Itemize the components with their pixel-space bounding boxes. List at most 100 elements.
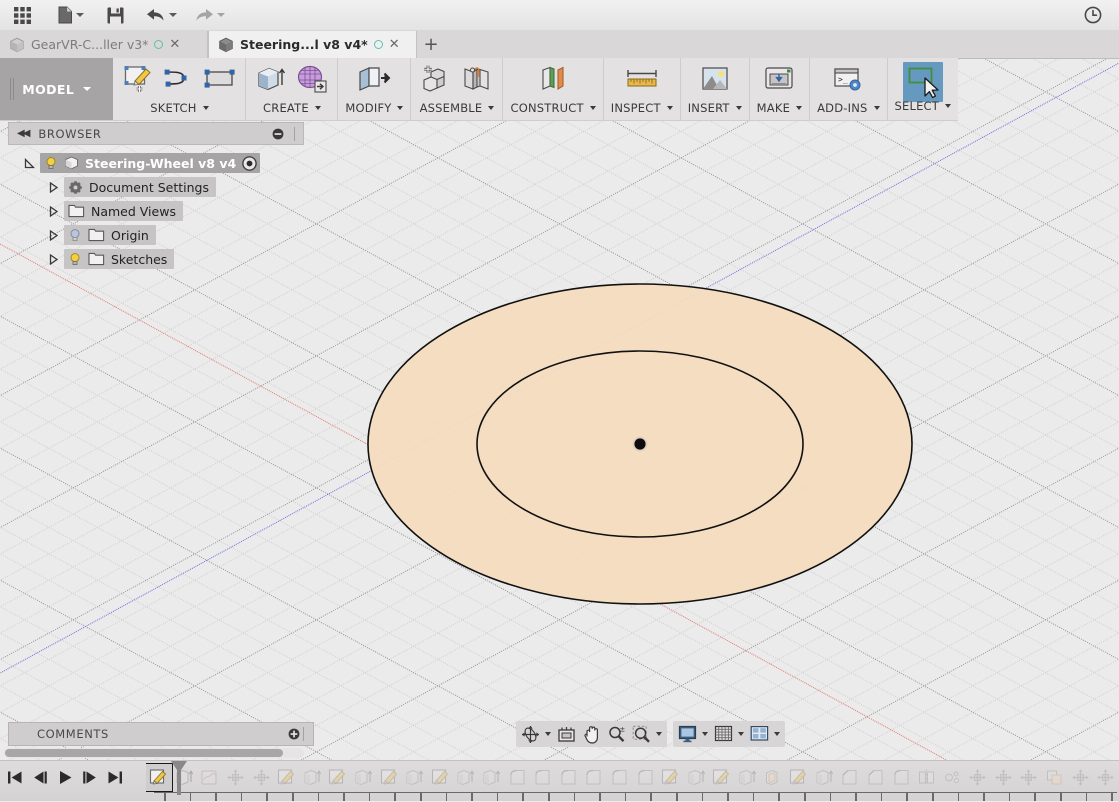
- timeline-feature-move-icon[interactable]: [1067, 764, 1093, 791]
- ribbon-group-select-label[interactable]: SELECT: [895, 99, 952, 113]
- minus-circle-icon[interactable]: [272, 128, 284, 140]
- tree-chip[interactable]: Sketches: [64, 249, 174, 269]
- expand-arrow-icon[interactable]: [42, 230, 64, 241]
- timeline-feature-move-icon[interactable]: [1093, 764, 1119, 791]
- timeline-feature-shell-icon[interactable]: [760, 764, 786, 791]
- extrude-button[interactable]: [253, 62, 289, 96]
- new-component-button[interactable]: [418, 62, 454, 96]
- skip-to-end-button[interactable]: [106, 767, 124, 787]
- expand-arrow-icon[interactable]: [42, 206, 64, 217]
- timeline-feature-fillet-icon[interactable]: [581, 764, 607, 791]
- sync-circle-icon[interactable]: [374, 40, 383, 49]
- ribbon-group-sketch-label[interactable]: SKETCH: [150, 101, 208, 115]
- rectangle-button[interactable]: [202, 62, 238, 96]
- timeline-feature-fillet-icon[interactable]: [632, 764, 658, 791]
- timeline-feature-sketch-icon[interactable]: [428, 764, 454, 791]
- timeline-feature-move-icon[interactable]: [223, 764, 249, 791]
- timeline-feature-sketch-icon[interactable]: [786, 764, 812, 791]
- timeline-feature-revolve-icon[interactable]: [197, 764, 223, 791]
- skip-to-start-button[interactable]: [6, 767, 24, 787]
- create-form-button[interactable]: [294, 62, 330, 96]
- tree-row-origin[interactable]: Origin: [8, 223, 304, 247]
- new-tab-button[interactable]: +: [417, 31, 445, 58]
- timeline-feature-sketch-icon[interactable]: [376, 764, 402, 791]
- apps-grid-button[interactable]: [8, 3, 36, 27]
- radio-icon[interactable]: [242, 156, 257, 171]
- tree-chip[interactable]: Steering-Wheel v8 v4: [40, 153, 260, 173]
- zoom-window-button[interactable]: [630, 723, 664, 745]
- press-pull-button[interactable]: [356, 62, 392, 96]
- tab-steering-wheel[interactable]: Steering...l v8 v4* ✕: [208, 31, 417, 58]
- timeline-feature-combine-icon[interactable]: [1042, 764, 1068, 791]
- grid-snaps-button[interactable]: [712, 723, 746, 745]
- plus-circle-icon[interactable]: [288, 728, 300, 740]
- panel-resize-grip[interactable]: [303, 727, 309, 741]
- comments-panel[interactable]: COMMENTS: [8, 722, 314, 746]
- undo-button[interactable]: [142, 3, 180, 27]
- timeline-feature-extrude-icon[interactable]: [453, 764, 479, 791]
- origin-point[interactable]: [634, 438, 645, 449]
- pan-button[interactable]: [580, 723, 603, 745]
- timeline-feature-sketch-icon[interactable]: [709, 764, 735, 791]
- scrollbar-thumb[interactable]: [5, 749, 283, 757]
- redo-button[interactable]: [190, 3, 228, 27]
- timeline-feature-fillet-icon[interactable]: [556, 764, 582, 791]
- create-sketch-button[interactable]: [120, 62, 156, 96]
- step-back-button[interactable]: [31, 767, 49, 787]
- ribbon-group-assemble-label[interactable]: ASSEMBLE: [420, 101, 495, 115]
- timeline-feature-fillet-icon[interactable]: [530, 764, 556, 791]
- ribbon-group-insert-label[interactable]: INSERT: [688, 101, 742, 115]
- save-button[interactable]: [100, 3, 130, 27]
- version-history-button[interactable]: [1080, 3, 1106, 27]
- play-button[interactable]: [56, 767, 74, 787]
- timeline-feature-extrude-icon[interactable]: [402, 764, 428, 791]
- timeline-feature-chamfer-icon[interactable]: [863, 764, 889, 791]
- collapse-left-icon[interactable]: ◀◀: [13, 128, 28, 139]
- timeline-feature-extrude-icon[interactable]: [351, 764, 377, 791]
- zoom-button[interactable]: ±: [605, 723, 628, 745]
- lightbulb-on-icon[interactable]: [44, 156, 58, 170]
- timeline-feature-sketch-icon[interactable]: [325, 764, 351, 791]
- spline-button[interactable]: [161, 62, 197, 96]
- tab-gearvr-controller[interactable]: GearVR-C...ller v3* ✕: [0, 31, 208, 58]
- timeline-feature-pattern-icon[interactable]: [939, 764, 965, 791]
- tree-chip[interactable]: Named Views: [64, 201, 183, 221]
- panel-resize-grip[interactable]: [294, 127, 299, 141]
- orbit-button[interactable]: [519, 723, 553, 745]
- timeline-feature-extrude-icon[interactable]: [479, 764, 505, 791]
- 3d-print-button[interactable]: [761, 62, 797, 96]
- ribbon-group-addins-label[interactable]: ADD-INS: [817, 101, 879, 115]
- expand-arrow-icon[interactable]: [18, 158, 40, 169]
- lightbulb-on-icon[interactable]: [68, 252, 82, 266]
- viewports-button[interactable]: [748, 723, 782, 745]
- sync-circle-icon[interactable]: [154, 40, 163, 49]
- timeline-feature-move-icon[interactable]: [991, 764, 1017, 791]
- insert-canvas-button[interactable]: [697, 62, 733, 96]
- expand-arrow-icon[interactable]: [42, 182, 64, 193]
- tree-row-root[interactable]: Steering-Wheel v8 v4: [8, 151, 304, 175]
- timeline-feature-move-icon[interactable]: [248, 764, 274, 791]
- measure-button[interactable]: [624, 62, 660, 96]
- ribbon-group-make-label[interactable]: MAKE: [757, 101, 802, 115]
- tree-row-document-settings[interactable]: Document Settings: [8, 175, 304, 199]
- timeline-feature-fillet-icon[interactable]: [607, 764, 633, 791]
- timeline-feature-move-icon[interactable]: [965, 764, 991, 791]
- close-icon[interactable]: ✕: [389, 38, 400, 51]
- timeline-feature-fillet-icon[interactable]: [504, 764, 530, 791]
- workspace-switcher[interactable]: MODEL: [0, 58, 113, 120]
- timeline-feature-move-icon[interactable]: [1016, 764, 1042, 791]
- new-document-button[interactable]: [52, 3, 90, 27]
- timeline-feature-mirror-icon[interactable]: [914, 764, 940, 791]
- tree-row-named-views[interactable]: Named Views: [8, 199, 304, 223]
- look-at-button[interactable]: [555, 723, 578, 745]
- tree-row-sketches[interactable]: Sketches: [8, 247, 304, 271]
- timeline-feature-extrude-icon[interactable]: [811, 764, 837, 791]
- timeline-feature-fillet-icon[interactable]: [888, 764, 914, 791]
- timeline-feature-chamfer-icon[interactable]: [837, 764, 863, 791]
- tree-chip[interactable]: Document Settings: [64, 177, 216, 197]
- expand-arrow-icon[interactable]: [42, 254, 64, 265]
- timeline-marker[interactable]: [170, 761, 188, 799]
- lightbulb-off-icon[interactable]: [68, 228, 82, 242]
- timeline-feature-sketch-icon[interactable]: [146, 764, 172, 791]
- timeline-feature-extrude-icon[interactable]: [735, 764, 761, 791]
